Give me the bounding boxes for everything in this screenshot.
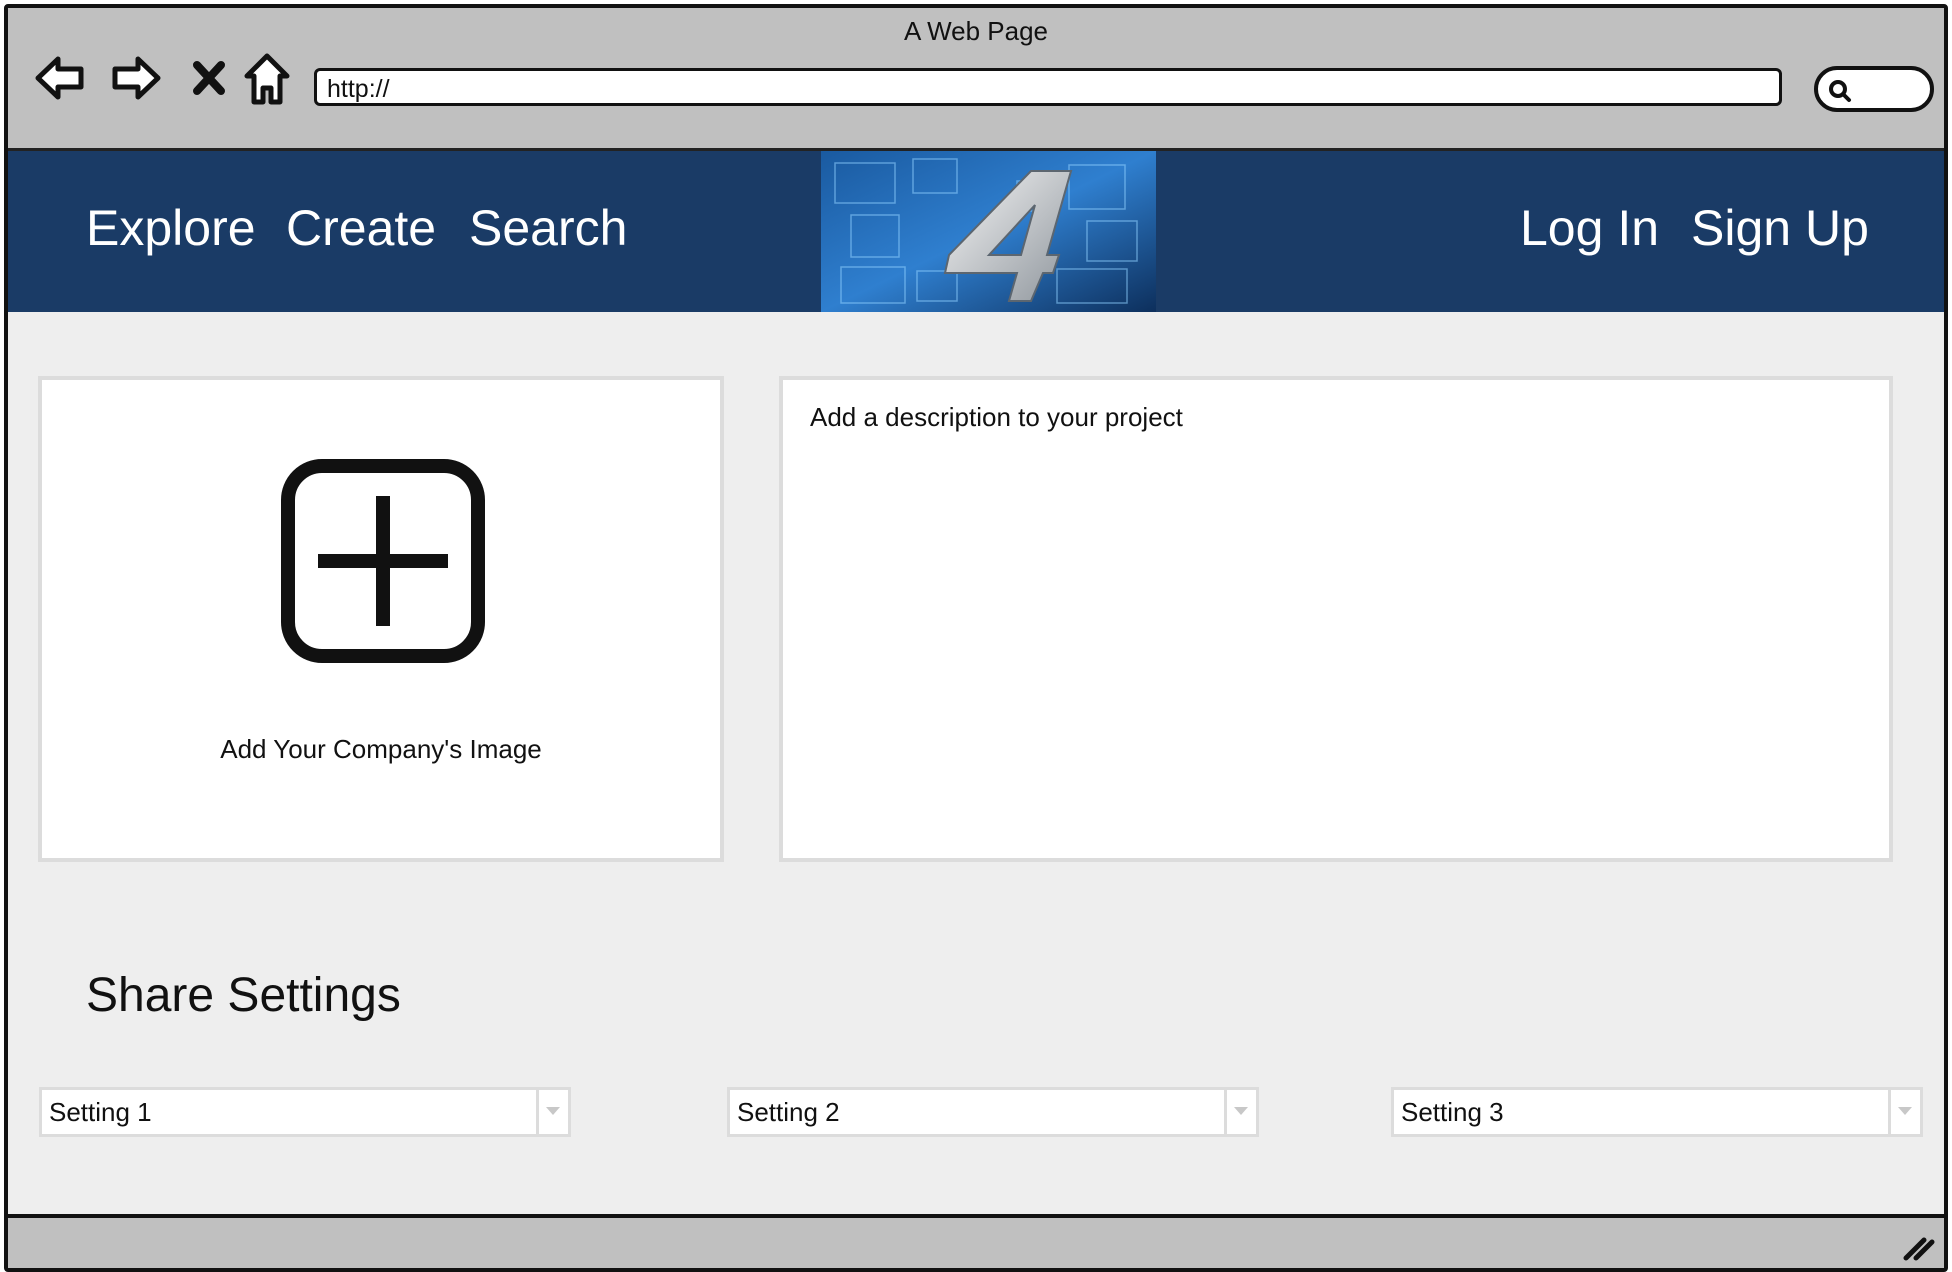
status-bar bbox=[8, 1214, 1944, 1268]
search-icon bbox=[1829, 80, 1851, 102]
setting-2-select[interactable]: Setting 2 bbox=[727, 1087, 1259, 1137]
back-arrow-icon[interactable] bbox=[34, 54, 86, 102]
nav-explore[interactable]: Explore bbox=[86, 199, 256, 257]
browser-search-box[interactable] bbox=[1814, 66, 1934, 112]
description-placeholder: Add a description to your project bbox=[810, 402, 1183, 432]
setting-3-select[interactable]: Setting 3 bbox=[1391, 1087, 1923, 1137]
site-logo[interactable] bbox=[821, 151, 1156, 312]
company-image-dropzone[interactable]: Add Your Company's Image bbox=[38, 376, 724, 862]
home-icon[interactable] bbox=[242, 52, 292, 106]
add-plus-square-icon[interactable] bbox=[280, 458, 486, 664]
nav-create[interactable]: Create bbox=[286, 199, 436, 257]
chevron-down-icon bbox=[1898, 1107, 1912, 1115]
browser-window: A Web Page http:// Explore Create Search bbox=[4, 4, 1948, 1272]
url-text: http:// bbox=[327, 75, 390, 103]
window-title: A Web Page bbox=[903, 16, 1049, 46]
chevron-down-icon bbox=[546, 1107, 560, 1115]
dropdown-button[interactable] bbox=[536, 1090, 568, 1134]
url-bar[interactable]: http:// bbox=[314, 68, 1782, 106]
project-description-field[interactable]: Add a description to your project bbox=[779, 376, 1893, 862]
dropdown-button[interactable] bbox=[1224, 1090, 1256, 1134]
select-value: Setting 1 bbox=[49, 1097, 152, 1127]
chevron-down-icon bbox=[1234, 1107, 1248, 1115]
select-value: Setting 2 bbox=[737, 1097, 840, 1127]
nav-search[interactable]: Search bbox=[469, 199, 627, 257]
browser-toolbar: A Web Page http:// bbox=[8, 8, 1944, 151]
setting-1-select[interactable]: Setting 1 bbox=[39, 1087, 571, 1137]
forward-arrow-icon[interactable] bbox=[110, 54, 162, 102]
add-image-label: Add Your Company's Image bbox=[220, 734, 542, 764]
nav-log-in[interactable]: Log In bbox=[1520, 199, 1659, 257]
close-x-icon[interactable] bbox=[192, 60, 226, 96]
dropdown-button[interactable] bbox=[1888, 1090, 1920, 1134]
nav-sign-up[interactable]: Sign Up bbox=[1691, 199, 1869, 257]
share-settings-heading: Share Settings bbox=[86, 969, 401, 1022]
select-value: Setting 3 bbox=[1401, 1097, 1504, 1127]
logo-4-icon bbox=[821, 151, 1156, 312]
site-header: Explore Create Search Log In Sign Up bbox=[8, 151, 1944, 312]
resize-grip-icon[interactable] bbox=[1902, 1232, 1936, 1262]
